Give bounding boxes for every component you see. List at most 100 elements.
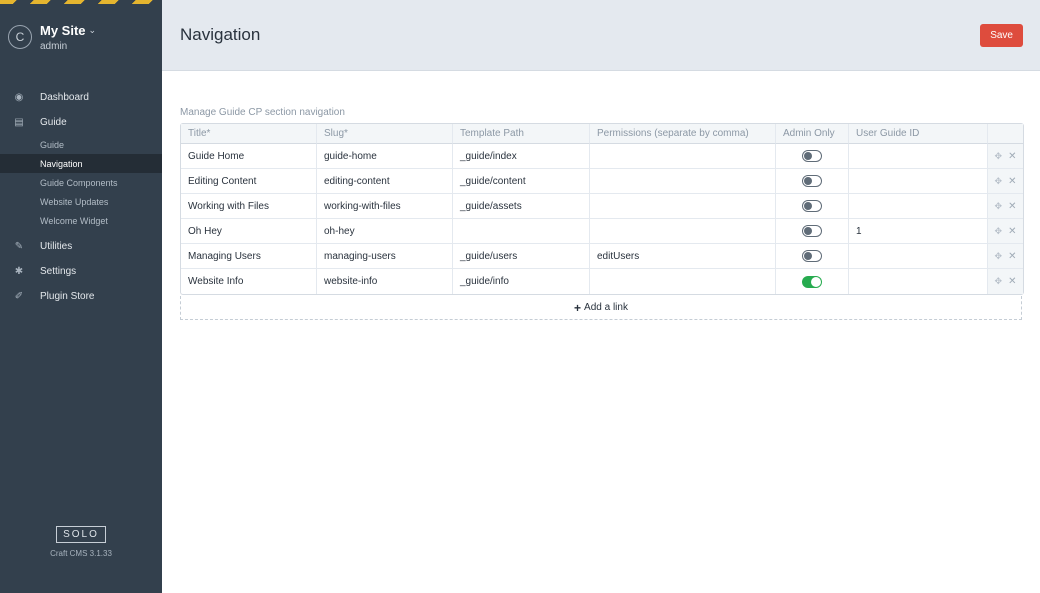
sidebar-item-label: Guide <box>40 117 67 128</box>
sidebar-item-dashboard[interactable]: ◉ Dashboard <box>0 85 162 110</box>
column-header-template-path: Template Path <box>453 124 590 144</box>
add-link-label: Add a link <box>584 302 628 313</box>
sidebar-subitem-guide[interactable]: Guide <box>0 135 162 154</box>
sidebar-subitem-welcome-widget[interactable]: Welcome Widget <box>0 211 162 230</box>
sidebar-subitem-guide-components[interactable]: Guide Components <box>0 173 162 192</box>
move-icon[interactable]: ✥ <box>995 176 1003 186</box>
cell-actions: ✥ ✕ <box>988 244 1023 269</box>
move-icon[interactable]: ✥ <box>995 276 1003 286</box>
table-row: Guide Home guide-home _guide/index ✥ ✕ <box>181 144 1023 169</box>
cell-user-guide-id[interactable] <box>849 144 988 169</box>
cell-permissions[interactable] <box>590 144 776 169</box>
site-logo-icon: C <box>8 25 32 49</box>
cell-actions: ✥ ✕ <box>988 144 1023 169</box>
cell-slug[interactable]: editing-content <box>317 169 453 194</box>
wrench-icon: ✎ <box>14 241 24 252</box>
cell-title[interactable]: Managing Users <box>181 244 317 269</box>
site-switcher[interactable]: C My Site ⌄ admin <box>0 4 162 70</box>
cell-permissions[interactable] <box>590 219 776 244</box>
column-header-user-guide-id: User Guide ID <box>849 124 988 144</box>
cell-permissions[interactable] <box>590 194 776 219</box>
sidebar: C My Site ⌄ admin ◉ Dashboard ▤ Guide Gu… <box>0 0 162 593</box>
cell-template-path[interactable] <box>453 219 590 244</box>
save-button[interactable]: Save <box>980 24 1023 47</box>
chevron-down-icon: ⌄ <box>88 24 97 35</box>
table-row: Managing Users managing-users _guide/users… <box>181 244 1023 269</box>
cell-user-guide-id[interactable] <box>849 194 988 219</box>
cell-actions: ✥ ✕ <box>988 269 1023 294</box>
move-icon[interactable]: ✥ <box>995 251 1003 261</box>
cell-slug[interactable]: working-with-files <box>317 194 453 219</box>
column-header-slug: Slug* <box>317 124 453 144</box>
cell-actions: ✥ ✕ <box>988 169 1023 194</box>
column-header-actions <box>988 124 1023 144</box>
delete-icon[interactable]: ✕ <box>1008 251 1016 262</box>
edition-badge[interactable]: SOLO <box>56 526 106 543</box>
move-icon[interactable]: ✥ <box>995 201 1003 211</box>
book-icon: ▤ <box>14 117 24 128</box>
cell-slug[interactable]: website-info <box>317 269 453 294</box>
cell-admin-only <box>776 219 849 244</box>
cell-template-path[interactable]: _guide/assets <box>453 194 590 219</box>
admin-only-toggle[interactable] <box>802 225 822 237</box>
delete-icon[interactable]: ✕ <box>1008 151 1016 162</box>
admin-only-toggle[interactable] <box>802 275 822 288</box>
delete-icon[interactable]: ✕ <box>1008 226 1016 237</box>
delete-icon[interactable]: ✕ <box>1008 176 1016 187</box>
cell-title[interactable]: Oh Hey <box>181 219 317 244</box>
cell-user-guide-id[interactable]: 1 <box>849 219 988 244</box>
main-nav: ◉ Dashboard ▤ Guide Guide Navigation Gui… <box>0 85 162 309</box>
sidebar-item-utilities[interactable]: ✎ Utilities <box>0 234 162 259</box>
table-header-row: Title* Slug* Template Path Permissions (… <box>181 124 1023 144</box>
cell-slug[interactable]: oh-hey <box>317 219 453 244</box>
sidebar-item-label: Utilities <box>40 241 73 252</box>
cell-user-guide-id[interactable] <box>849 169 988 194</box>
table-row: Website Info website-info _guide/info ✥ ✕ <box>181 269 1023 294</box>
cell-title[interactable]: Editing Content <box>181 169 317 194</box>
table-row: Editing Content editing-content _guide/con… <box>181 169 1023 194</box>
cell-title[interactable]: Working with Files <box>181 194 317 219</box>
table-row: Oh Hey oh-hey 1 ✥ ✕ <box>181 219 1023 244</box>
cell-title[interactable]: Guide Home <box>181 144 317 169</box>
cell-permissions[interactable] <box>590 169 776 194</box>
admin-only-toggle[interactable] <box>802 175 822 187</box>
cell-template-path[interactable]: _guide/index <box>453 144 590 169</box>
admin-only-toggle[interactable] <box>802 250 822 262</box>
sidebar-subitem-website-updates[interactable]: Website Updates <box>0 192 162 211</box>
cell-user-guide-id[interactable] <box>849 244 988 269</box>
cell-admin-only <box>776 244 849 269</box>
cell-actions: ✥ ✕ <box>988 219 1023 244</box>
cell-slug[interactable]: guide-home <box>317 144 453 169</box>
sidebar-item-label: Plugin Store <box>40 291 95 302</box>
admin-only-toggle[interactable] <box>802 150 822 162</box>
column-header-admin-only: Admin Only <box>776 124 849 144</box>
sidebar-item-settings[interactable]: ✱ Settings <box>0 259 162 284</box>
delete-icon[interactable]: ✕ <box>1008 201 1016 212</box>
delete-icon[interactable]: ✕ <box>1008 276 1016 287</box>
gear-icon: ✱ <box>14 266 24 277</box>
cell-template-path[interactable]: _guide/info <box>453 269 590 294</box>
add-link-button[interactable]: + Add a link <box>180 296 1022 320</box>
sidebar-item-plugin-store[interactable]: ✐ Plugin Store <box>0 284 162 309</box>
admin-only-toggle[interactable] <box>802 200 822 212</box>
move-icon[interactable]: ✥ <box>995 151 1003 161</box>
column-header-permissions: Permissions (separate by comma) <box>590 124 776 144</box>
cell-template-path[interactable]: _guide/users <box>453 244 590 269</box>
cell-title[interactable]: Website Info <box>181 269 317 294</box>
cell-permissions[interactable] <box>590 269 776 294</box>
edition-info: SOLO Craft CMS 3.1.33 <box>0 526 162 558</box>
cell-user-guide-id[interactable] <box>849 269 988 294</box>
sidebar-subitem-navigation[interactable]: Navigation <box>0 154 162 173</box>
site-name[interactable]: My Site ⌄ <box>40 23 96 38</box>
page-header: Navigation Save <box>162 0 1040 71</box>
cell-admin-only <box>776 169 849 194</box>
table-row: Working with Files working-with-files _gui… <box>181 194 1023 219</box>
plus-icon: + <box>574 300 582 315</box>
cell-slug[interactable]: managing-users <box>317 244 453 269</box>
move-icon[interactable]: ✥ <box>995 226 1003 236</box>
column-header-title: Title* <box>181 124 317 144</box>
cell-permissions[interactable]: editUsers <box>590 244 776 269</box>
sidebar-item-guide[interactable]: ▤ Guide <box>0 110 162 135</box>
cell-template-path[interactable]: _guide/content <box>453 169 590 194</box>
page-title: Navigation <box>180 25 261 44</box>
